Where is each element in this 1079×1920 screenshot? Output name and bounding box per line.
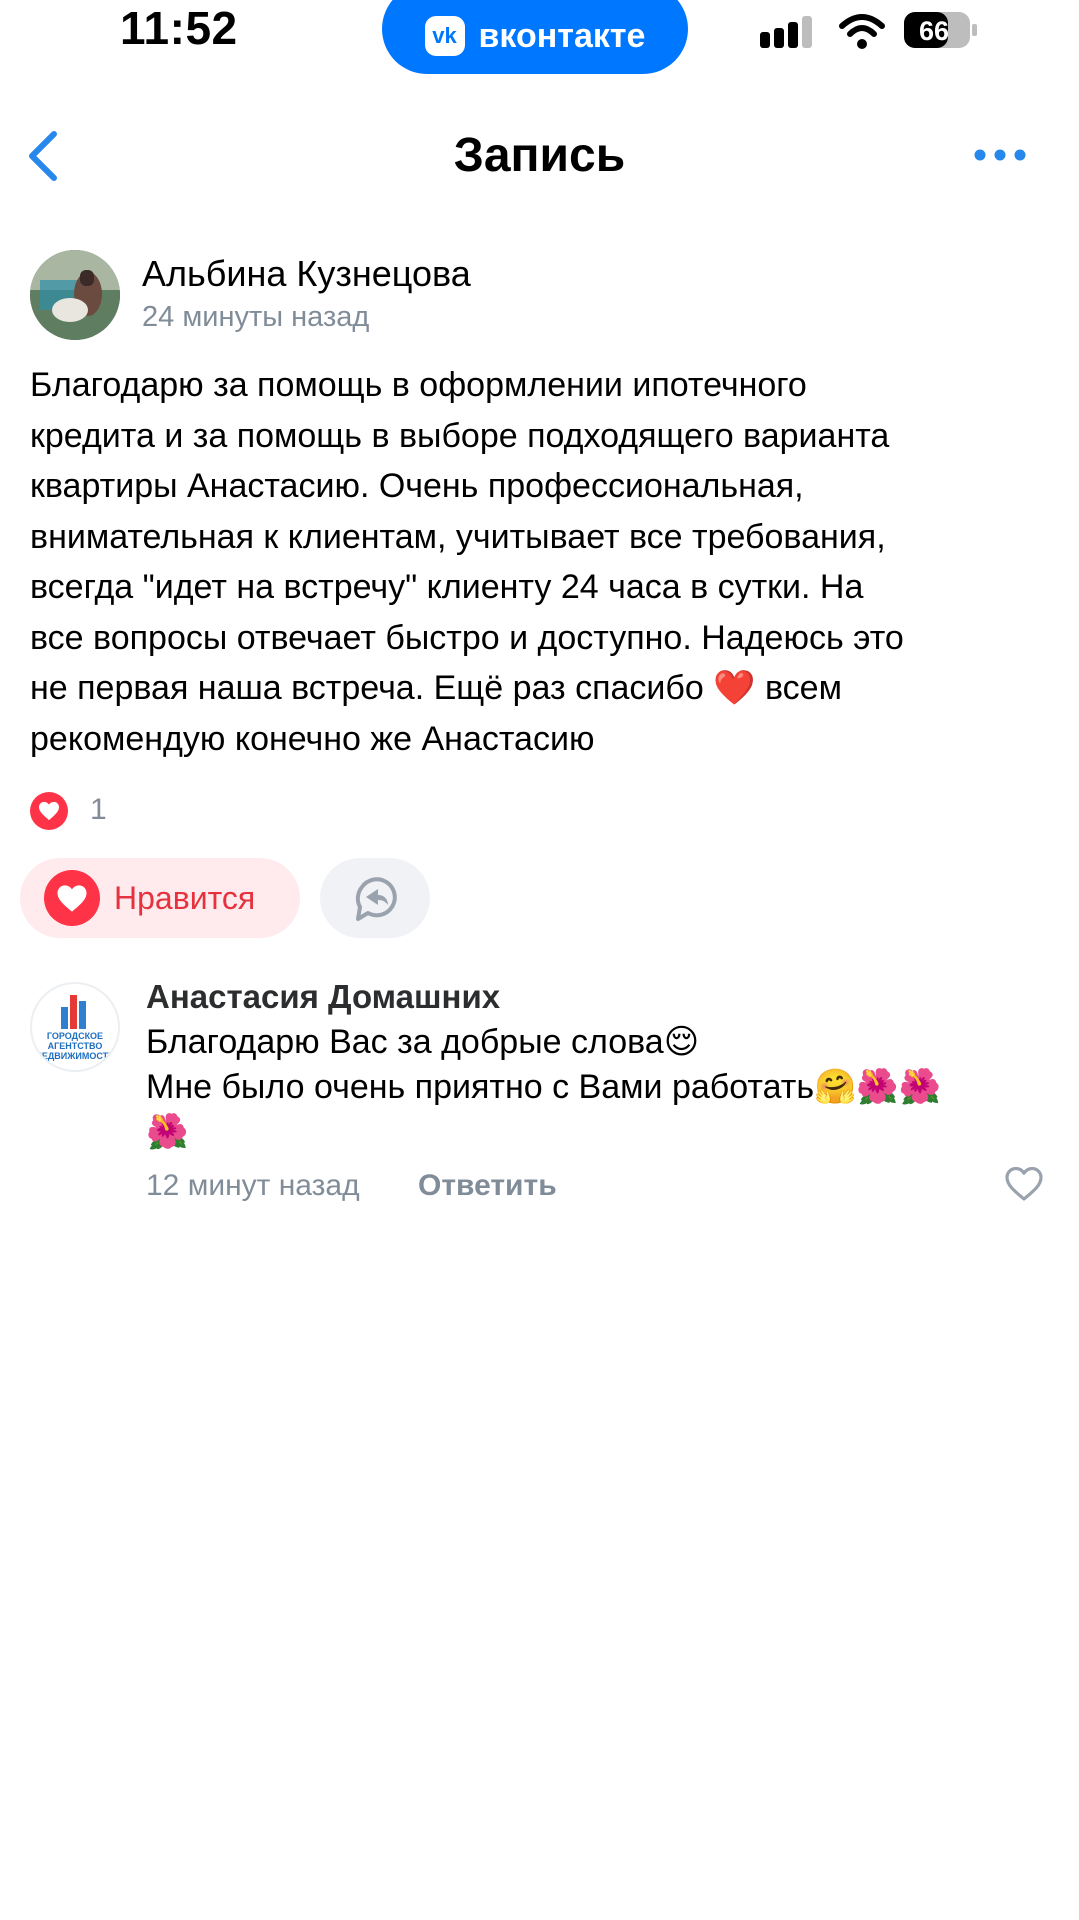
page-title: Запись: [453, 129, 626, 182]
agency-logo-icon: [61, 993, 89, 1029]
share-button[interactable]: [320, 858, 430, 938]
post-timestamp: 24 минуты назад: [142, 301, 370, 333]
app-badge[interactable]: vk вконтакте: [382, 0, 688, 74]
more-options-icon[interactable]: [970, 140, 1030, 170]
agency-logo-text: ГОРОДСКОЕ АГЕНТСТВО НЕДВИЖИМОСТИ: [35, 1031, 115, 1061]
like-heart-icon: [44, 870, 100, 926]
comment-author-name[interactable]: Анастасия Домашних: [146, 976, 500, 1018]
like-button[interactable]: Нравится: [20, 858, 300, 938]
post-text: Благодарю за помощь в оформлении ипотечн…: [30, 366, 904, 758]
status-time: 11:52: [120, 2, 238, 54]
avatar-photo-icon: [30, 250, 120, 340]
post-author-name[interactable]: Альбина Кузнецова: [142, 252, 471, 296]
like-button-label: Нравится: [114, 879, 256, 916]
battery-level: 66: [919, 16, 949, 46]
likes-count[interactable]: 1: [90, 790, 107, 830]
comment-timestamp: 12 минут назад: [146, 1169, 360, 1202]
cellular-signal-icon: [760, 16, 812, 48]
share-icon: [355, 877, 397, 921]
likes-heart-icon: [30, 792, 68, 830]
commenter-avatar[interactable]: ГОРОДСКОЕ АГЕНТСТВО НЕДВИЖИМОСТИ: [30, 982, 120, 1072]
vk-logo-icon: vk: [424, 16, 465, 56]
comment-like-heart-icon[interactable]: [1004, 1166, 1044, 1202]
comment-text: Благодарю Вас за добрые слова😌 Мне было …: [146, 1023, 942, 1151]
reply-button[interactable]: Ответить: [418, 1166, 557, 1206]
app-badge-label: вконтакте: [478, 16, 646, 55]
author-avatar[interactable]: [30, 250, 120, 340]
battery-icon: 66: [904, 12, 977, 48]
wifi-icon: [839, 14, 885, 49]
